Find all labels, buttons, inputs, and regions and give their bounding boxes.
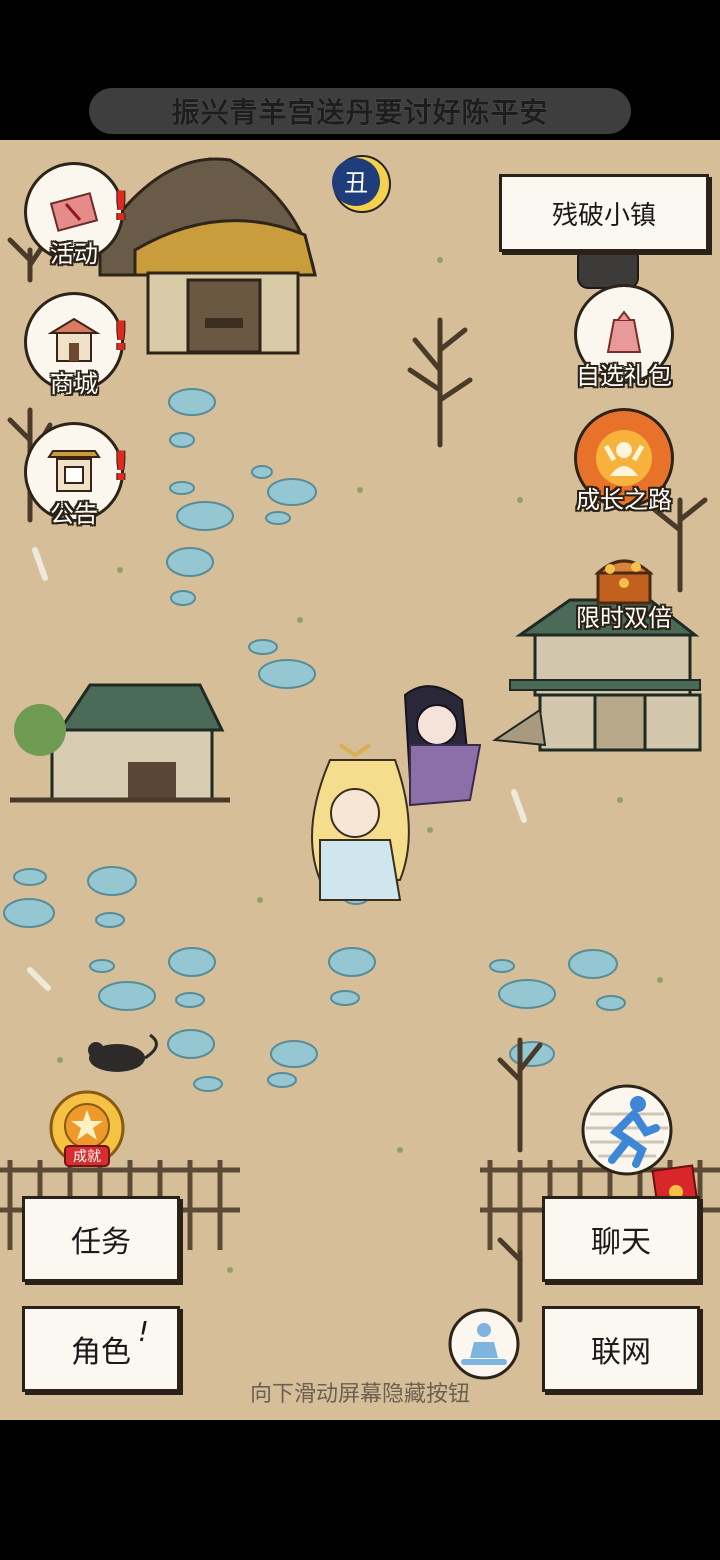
- task-label: 任务: [71, 1225, 131, 1260]
- growth-path-label: 成长之路: [576, 486, 672, 514]
- location-name: 残破小镇: [551, 200, 656, 231]
- swipe-hint: 向下滑动屏幕隐藏按钮: [249, 1382, 470, 1407]
- double-reward-button[interactable]: 限时双倍: [564, 532, 684, 633]
- quest-banner[interactable]: 振兴青羊宫送丹要讨好陈平安: [89, 88, 631, 134]
- shop-label: 商城: [50, 370, 98, 398]
- growth-path-button[interactable]: 成长之路: [564, 408, 684, 515]
- rat: [88, 1033, 158, 1072]
- achievement-button[interactable]: 成就: [42, 1088, 132, 1172]
- chat-label: 聊天: [591, 1225, 651, 1260]
- double-reward-label: 限时双倍: [576, 604, 672, 632]
- location-name-box[interactable]: 残破小镇: [499, 174, 709, 252]
- achievement-medal-icon: 成就: [49, 1090, 125, 1167]
- notice-button[interactable]: ! 公告: [14, 422, 134, 529]
- svg-text:丑: 丑: [344, 169, 368, 197]
- moon-clock-icon[interactable]: 丑: [332, 154, 392, 214]
- role-label: 角色: [71, 1335, 131, 1370]
- female-character: [311, 743, 410, 901]
- activity-alert: !: [111, 184, 130, 230]
- chat-button[interactable]: 聊天: [542, 1196, 700, 1282]
- network-label: 联网: [591, 1335, 651, 1370]
- shop-alert: !: [111, 314, 130, 360]
- activity-button[interactable]: ! 活动: [14, 162, 134, 269]
- bottom-navigation-area: [0, 1420, 720, 1560]
- notice-label: 公告: [50, 500, 98, 528]
- notice-alert: !: [111, 444, 130, 490]
- shop-button[interactable]: ! 商城: [14, 292, 134, 399]
- meditate-button[interactable]: [446, 1306, 522, 1382]
- role-alert: !: [137, 1315, 149, 1348]
- task-button[interactable]: 任务: [22, 1196, 180, 1282]
- custom-gift-label: 自选礼包: [576, 362, 672, 390]
- game-map[interactable]: 丑 ! 活动 ! 商城 ! 公告 残破小镇 自选礼包 成长之路 限时双倍 成就 …: [0, 140, 720, 1420]
- custom-gift-button[interactable]: 自选礼包: [564, 284, 684, 391]
- male-character: [403, 685, 482, 807]
- quest-text: 振兴青羊宫送丹要讨好陈平安: [171, 96, 549, 129]
- meditation-icon: [448, 1308, 520, 1380]
- svg-text:成就: 成就: [73, 1149, 101, 1165]
- activity-label: 活动: [50, 240, 98, 268]
